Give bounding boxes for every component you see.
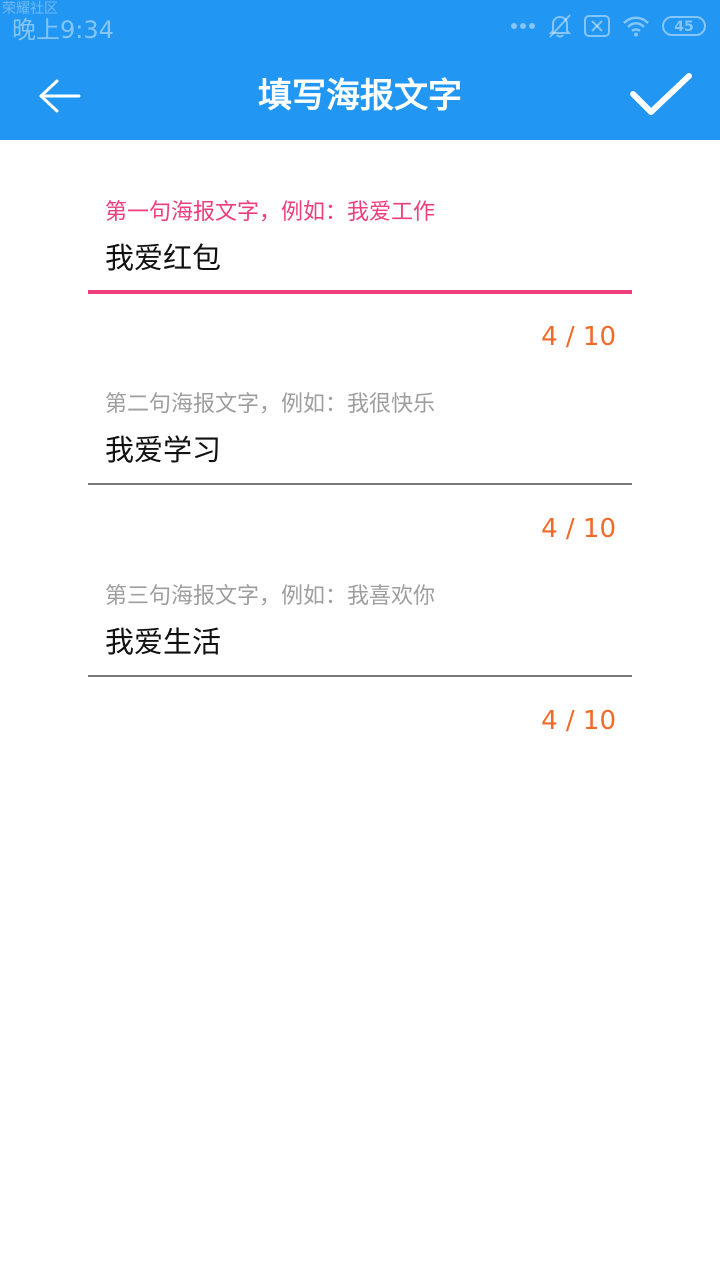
field-underline [88,483,632,485]
character-counter: 4 / 10 [541,322,616,352]
checkmark-icon [630,73,692,115]
field-input[interactable]: 我爱生活 [105,622,221,662]
wifi-icon [623,16,649,37]
field-input[interactable]: 我爱红包 [105,238,221,278]
more-dots-icon [511,23,535,29]
arrow-left-icon [39,79,81,113]
app-bar: 荣耀社区 晚上9:34 45 填写海报文字 [0,0,720,140]
field-hint: 第一句海报文字，例如：我爱工作 [105,200,436,225]
field-underline [88,675,632,677]
back-button[interactable] [28,66,92,126]
mute-bell-icon [548,14,572,38]
sim-x-icon [584,15,610,37]
field-input[interactable]: 我爱学习 [105,430,221,470]
field-hint: 第三句海报文字，例如：我喜欢你 [105,584,436,609]
field-hint: 第二句海报文字，例如：我很快乐 [105,392,436,417]
confirm-button[interactable] [616,62,706,128]
character-counter: 4 / 10 [541,514,616,544]
status-time: 晚上9:34 [12,16,114,44]
battery-icon: 45 [662,16,706,36]
status-bar: 荣耀社区 晚上9:34 45 [0,0,720,52]
page-title: 填写海报文字 [258,76,462,116]
battery-level: 45 [674,18,694,35]
character-counter: 4 / 10 [541,706,616,736]
status-icons: 45 [510,12,706,40]
field-underline [88,290,632,294]
